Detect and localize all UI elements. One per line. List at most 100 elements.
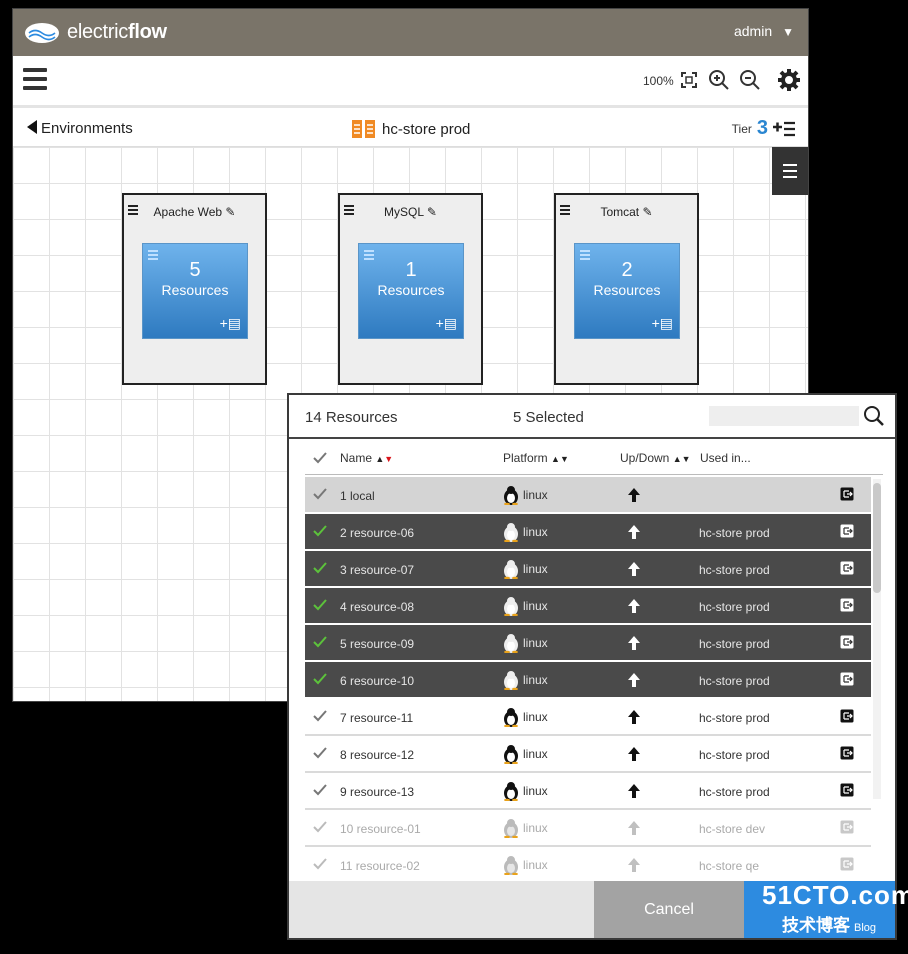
row-check-icon[interactable] [313,635,327,649]
row-check-icon[interactable] [313,709,327,723]
sort-asc-icon[interactable]: ▲ [673,454,682,464]
up-arrow-icon [628,710,640,724]
fit-to-screen-icon[interactable] [677,68,701,92]
add-tier-icon[interactable] [772,120,796,138]
row-check-icon[interactable] [313,561,327,575]
open-resource-icon[interactable] [840,783,854,797]
platform-name: linux [523,488,548,502]
up-arrow-icon [628,821,640,835]
up-arrow-icon [628,784,640,798]
sort-desc-icon[interactable]: ▼ [384,454,393,464]
used-in-env: hc-store prod [699,711,770,725]
table-row[interactable]: 10 resource-01 linux hc-store dev [305,810,871,847]
edit-pencil-icon[interactable]: ✎ [427,205,437,219]
resource-box[interactable]: 2 Resources +▤ [574,243,680,339]
logo[interactable]: electricflow [23,19,167,45]
platform-name: linux [523,599,548,613]
resource-name: 9 resource-13 [340,785,415,799]
row-check-icon[interactable] [313,857,327,871]
search-input[interactable] [709,406,859,426]
column-header-row: Name ▲▼ Platform ▲▼ Up/Down ▲▼ Used in..… [305,441,883,475]
used-in-env: hc-store prod [699,785,770,799]
zoom-in-icon[interactable] [707,68,731,92]
back-to-environments-link[interactable]: Environments [27,120,133,137]
row-check-icon[interactable] [313,746,327,760]
edit-pencil-icon[interactable]: ✎ [225,205,235,219]
tier-card-tomcat[interactable]: Tomcat ✎ 2 Resources +▤ [554,193,699,385]
gear-icon[interactable] [777,68,801,92]
sort-desc-icon[interactable]: ▼ [560,454,569,464]
column-platform-label: Platform [503,451,548,465]
add-resource-icon[interactable]: +▤ [652,315,673,332]
resource-box[interactable]: 5 Resources +▤ [142,243,248,339]
column-updown[interactable]: Up/Down ▲▼ [620,451,691,465]
sort-asc-icon[interactable]: ▲ [375,454,384,464]
row-check-icon[interactable] [313,487,327,501]
hamburger-menu-icon[interactable] [23,68,47,92]
table-row[interactable]: 1 local linux [305,477,871,514]
resource-menu-icon[interactable] [148,250,158,262]
table-row[interactable]: 6 resource-10 linux hc-store prod [305,662,871,699]
table-row[interactable]: 3 resource-07 linux hc-store prod [305,551,871,588]
resource-box[interactable]: 1 Resources +▤ [358,243,464,339]
platform-name: linux [523,710,548,724]
edit-pencil-icon[interactable]: ✎ [642,205,652,219]
watermark: 51CTO.com 技术博客 Blog [762,880,908,942]
platform-name: linux [523,858,548,872]
platform-name: linux [523,747,548,761]
resource-list: 1 local linux 2 resource-06 linux hc-store p… [305,477,871,877]
open-resource-icon[interactable] [840,487,854,501]
column-platform[interactable]: Platform ▲▼ [503,451,569,465]
row-check-icon[interactable] [313,672,327,686]
zoom-out-icon[interactable] [738,68,762,92]
open-resource-icon[interactable] [840,709,854,723]
open-resource-icon[interactable] [840,598,854,612]
up-arrow-icon [628,636,640,650]
tier-menu-icon[interactable] [344,205,354,217]
sort-desc-icon[interactable]: ▼ [682,454,691,464]
resource-menu-icon[interactable] [580,250,590,262]
platform-name: linux [523,821,548,835]
row-check-icon[interactable] [313,820,327,834]
resource-name: 1 local [340,489,375,503]
row-check-icon[interactable] [313,598,327,612]
tier-menu-icon[interactable] [128,205,138,217]
open-resource-icon[interactable] [840,524,854,538]
column-name[interactable]: Name ▲▼ [340,451,393,465]
tier-card-apache-web[interactable]: Apache Web ✎ 5 Resources +▤ [122,193,267,385]
tier-control: Tier 3 [732,117,796,140]
tier-menu-icon[interactable] [560,205,570,217]
open-resource-icon[interactable] [840,857,854,871]
open-resource-icon[interactable] [840,672,854,686]
cancel-button[interactable]: Cancel [594,881,744,938]
sort-asc-icon[interactable]: ▲ [551,454,560,464]
search-icon[interactable] [863,405,885,427]
up-arrow-icon [628,673,640,687]
table-row[interactable]: 7 resource-11 linux hc-store prod [305,699,871,736]
side-menu-icon[interactable] [772,147,808,195]
open-resource-icon[interactable] [840,746,854,760]
column-used-in[interactable]: Used in... [700,451,751,465]
table-row[interactable]: 9 resource-13 linux hc-store prod [305,773,871,810]
row-check-icon[interactable] [313,524,327,538]
table-row[interactable]: 11 resource-02 linux hc-store qe [305,847,871,877]
add-resource-icon[interactable]: +▤ [220,315,241,332]
user-name: admin [733,23,773,39]
table-row[interactable]: 8 resource-12 linux hc-store prod [305,736,871,773]
select-all-check-icon[interactable] [313,451,327,465]
row-check-icon[interactable] [313,783,327,797]
open-resource-icon[interactable] [840,820,854,834]
open-resource-icon[interactable] [840,635,854,649]
scrollbar-thumb[interactable] [873,483,881,593]
table-row[interactable]: 5 resource-09 linux hc-store prod [305,625,871,662]
table-row[interactable]: 4 resource-08 linux hc-store prod [305,588,871,625]
resource-menu-icon[interactable] [364,250,374,262]
open-resource-icon[interactable] [840,561,854,575]
table-row[interactable]: 2 resource-06 linux hc-store prod [305,514,871,551]
scrollbar[interactable] [873,479,881,799]
selected-count: 5 Selected [513,409,584,426]
user-menu[interactable]: admin ▼ [734,23,794,39]
watermark-line3: Blog [853,922,877,934]
tier-card-mysql[interactable]: MySQL ✎ 1 Resources +▤ [338,193,483,385]
add-resource-icon[interactable]: +▤ [436,315,457,332]
